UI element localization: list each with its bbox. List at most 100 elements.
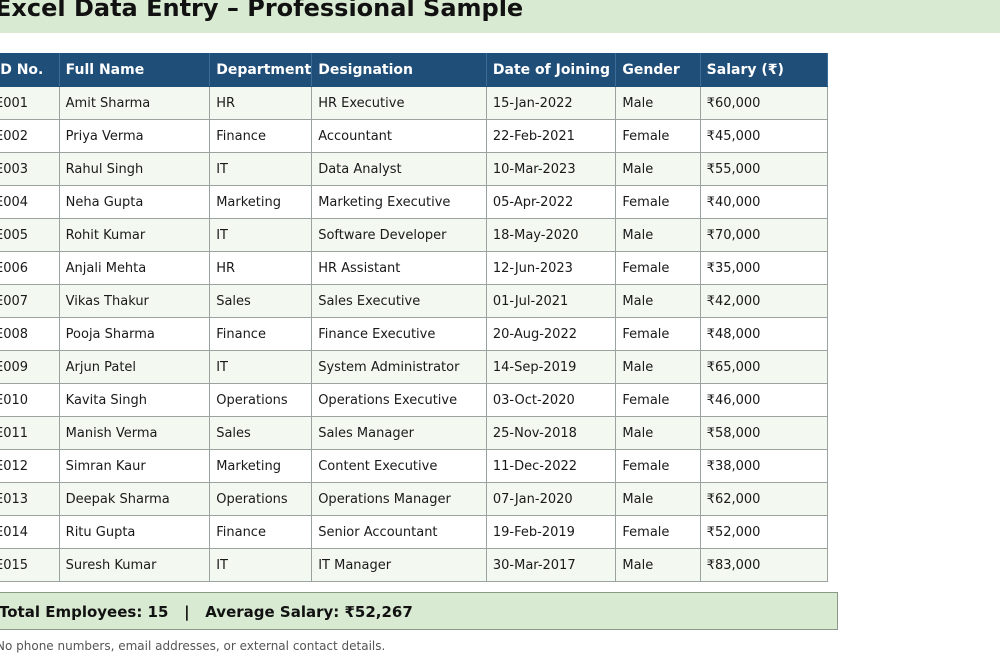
cell-salary: ₹70,000 [699, 218, 829, 252]
cell-designation: Finance Executive [311, 317, 487, 351]
cell-gender: Female [615, 515, 701, 549]
cell-salary: ₹60,000 [699, 86, 829, 120]
cell-salary: ₹35,000 [699, 251, 829, 285]
cell-gender: Male [615, 218, 701, 252]
cell-full-name: Rahul Singh [58, 152, 211, 186]
cell-gender: Female [615, 317, 701, 351]
cell-id: E002 [0, 119, 60, 153]
cell-designation: Sales Executive [311, 284, 487, 318]
cell-department: HR [209, 86, 313, 120]
column-header-salary: Salary (₹) [699, 53, 829, 87]
cell-id: E015 [0, 548, 60, 582]
cell-date-of-joining: 01-Jul-2021 [485, 284, 617, 318]
cell-id: E001 [0, 86, 60, 120]
cell-designation: IT Manager [311, 548, 487, 582]
cell-gender: Female [615, 251, 701, 285]
cell-department: IT [209, 218, 313, 252]
cell-full-name: Deepak Sharma [58, 482, 211, 516]
cell-salary: ₹58,000 [699, 416, 829, 450]
cell-date-of-joining: 18-May-2020 [485, 218, 617, 252]
cell-designation: Operations Executive [311, 383, 487, 417]
column-header-full-name: Full Name [58, 53, 211, 87]
cell-salary: ₹55,000 [699, 152, 829, 186]
cell-department: Sales [209, 284, 313, 318]
cell-department: Operations [209, 482, 313, 516]
cell-date-of-joining: 05-Apr-2022 [485, 185, 617, 219]
cell-gender: Female [615, 449, 701, 483]
employee-table: ID No. Full Name Department Designation … [0, 53, 829, 582]
cell-salary: ₹65,000 [699, 350, 829, 384]
table-header-row: ID No. Full Name Department Designation … [0, 53, 829, 87]
cell-full-name: Pooja Sharma [58, 317, 211, 351]
cell-full-name: Amit Sharma [58, 86, 211, 120]
employee-table-container: ID No. Full Name Department Designation … [0, 53, 840, 582]
cell-designation: Senior Accountant [311, 515, 487, 549]
cell-gender: Female [615, 119, 701, 153]
cell-date-of-joining: 22-Feb-2021 [485, 119, 617, 153]
table-row: E013Deepak SharmaOperationsOperations Ma… [0, 482, 829, 516]
cell-gender: Male [615, 548, 701, 582]
cell-department: Marketing [209, 449, 313, 483]
cell-date-of-joining: 11-Dec-2022 [485, 449, 617, 483]
title-bar: Excel Data Entry – Professional Sample [0, 0, 1000, 33]
cell-full-name: Rohit Kumar [58, 218, 211, 252]
cell-id: E005 [0, 218, 60, 252]
table-row: E011Manish VermaSalesSales Manager25-Nov… [0, 416, 829, 450]
table-row: E003Rahul SinghITData Analyst10-Mar-2023… [0, 152, 829, 186]
table-row: E008Pooja SharmaFinanceFinance Executive… [0, 317, 829, 351]
cell-gender: Female [615, 383, 701, 417]
cell-date-of-joining: 20-Aug-2022 [485, 317, 617, 351]
cell-id: E007 [0, 284, 60, 318]
table-row: E014Ritu GuptaFinanceSenior Accountant19… [0, 515, 829, 549]
cell-designation: HR Executive [311, 86, 487, 120]
cell-designation: Software Developer [311, 218, 487, 252]
cell-salary: ₹45,000 [699, 119, 829, 153]
table-row: E005Rohit KumarITSoftware Developer18-Ma… [0, 218, 829, 252]
cell-id: E004 [0, 185, 60, 219]
cell-salary: ₹38,000 [699, 449, 829, 483]
cell-full-name: Simran Kaur [58, 449, 211, 483]
cell-date-of-joining: 10-Mar-2023 [485, 152, 617, 186]
cell-gender: Male [615, 284, 701, 318]
cell-salary: ₹52,000 [699, 515, 829, 549]
cell-salary: ₹40,000 [699, 185, 829, 219]
cell-salary: ₹83,000 [699, 548, 829, 582]
cell-gender: Male [615, 86, 701, 120]
table-body: E001Amit SharmaHRHR Executive15-Jan-2022… [0, 86, 829, 582]
cell-salary: ₹48,000 [699, 317, 829, 351]
cell-date-of-joining: 07-Jan-2020 [485, 482, 617, 516]
cell-designation: Marketing Executive [311, 185, 487, 219]
table-row: E007Vikas ThakurSalesSales Executive01-J… [0, 284, 829, 318]
cell-department: IT [209, 152, 313, 186]
cell-date-of-joining: 12-Jun-2023 [485, 251, 617, 285]
footnote: No phone numbers, email addresses, or ex… [0, 639, 386, 653]
cell-gender: Male [615, 416, 701, 450]
table-row: E006Anjali MehtaHRHR Assistant12-Jun-202… [0, 251, 829, 285]
cell-full-name: Manish Verma [58, 416, 211, 450]
cell-gender: Female [615, 185, 701, 219]
cell-full-name: Suresh Kumar [58, 548, 211, 582]
cell-designation: Operations Manager [311, 482, 487, 516]
cell-designation: HR Assistant [311, 251, 487, 285]
cell-id: E009 [0, 350, 60, 384]
cell-id: E011 [0, 416, 60, 450]
table-row: E002Priya VermaFinanceAccountant22-Feb-2… [0, 119, 829, 153]
cell-date-of-joining: 30-Mar-2017 [485, 548, 617, 582]
cell-department: IT [209, 548, 313, 582]
table-row: E012Simran KaurMarketingContent Executiv… [0, 449, 829, 483]
cell-designation: Sales Manager [311, 416, 487, 450]
column-header-gender: Gender [615, 53, 701, 87]
cell-salary: ₹42,000 [699, 284, 829, 318]
cell-date-of-joining: 14-Sep-2019 [485, 350, 617, 384]
cell-department: Finance [209, 119, 313, 153]
cell-gender: Male [615, 350, 701, 384]
cell-designation: Content Executive [311, 449, 487, 483]
cell-full-name: Vikas Thakur [58, 284, 211, 318]
cell-salary: ₹62,000 [699, 482, 829, 516]
cell-department: Finance [209, 317, 313, 351]
cell-department: HR [209, 251, 313, 285]
cell-designation: Data Analyst [311, 152, 487, 186]
table-row: E009Arjun PatelITSystem Administrator14-… [0, 350, 829, 384]
table-row: E004Neha GuptaMarketingMarketing Executi… [0, 185, 829, 219]
cell-id: E006 [0, 251, 60, 285]
